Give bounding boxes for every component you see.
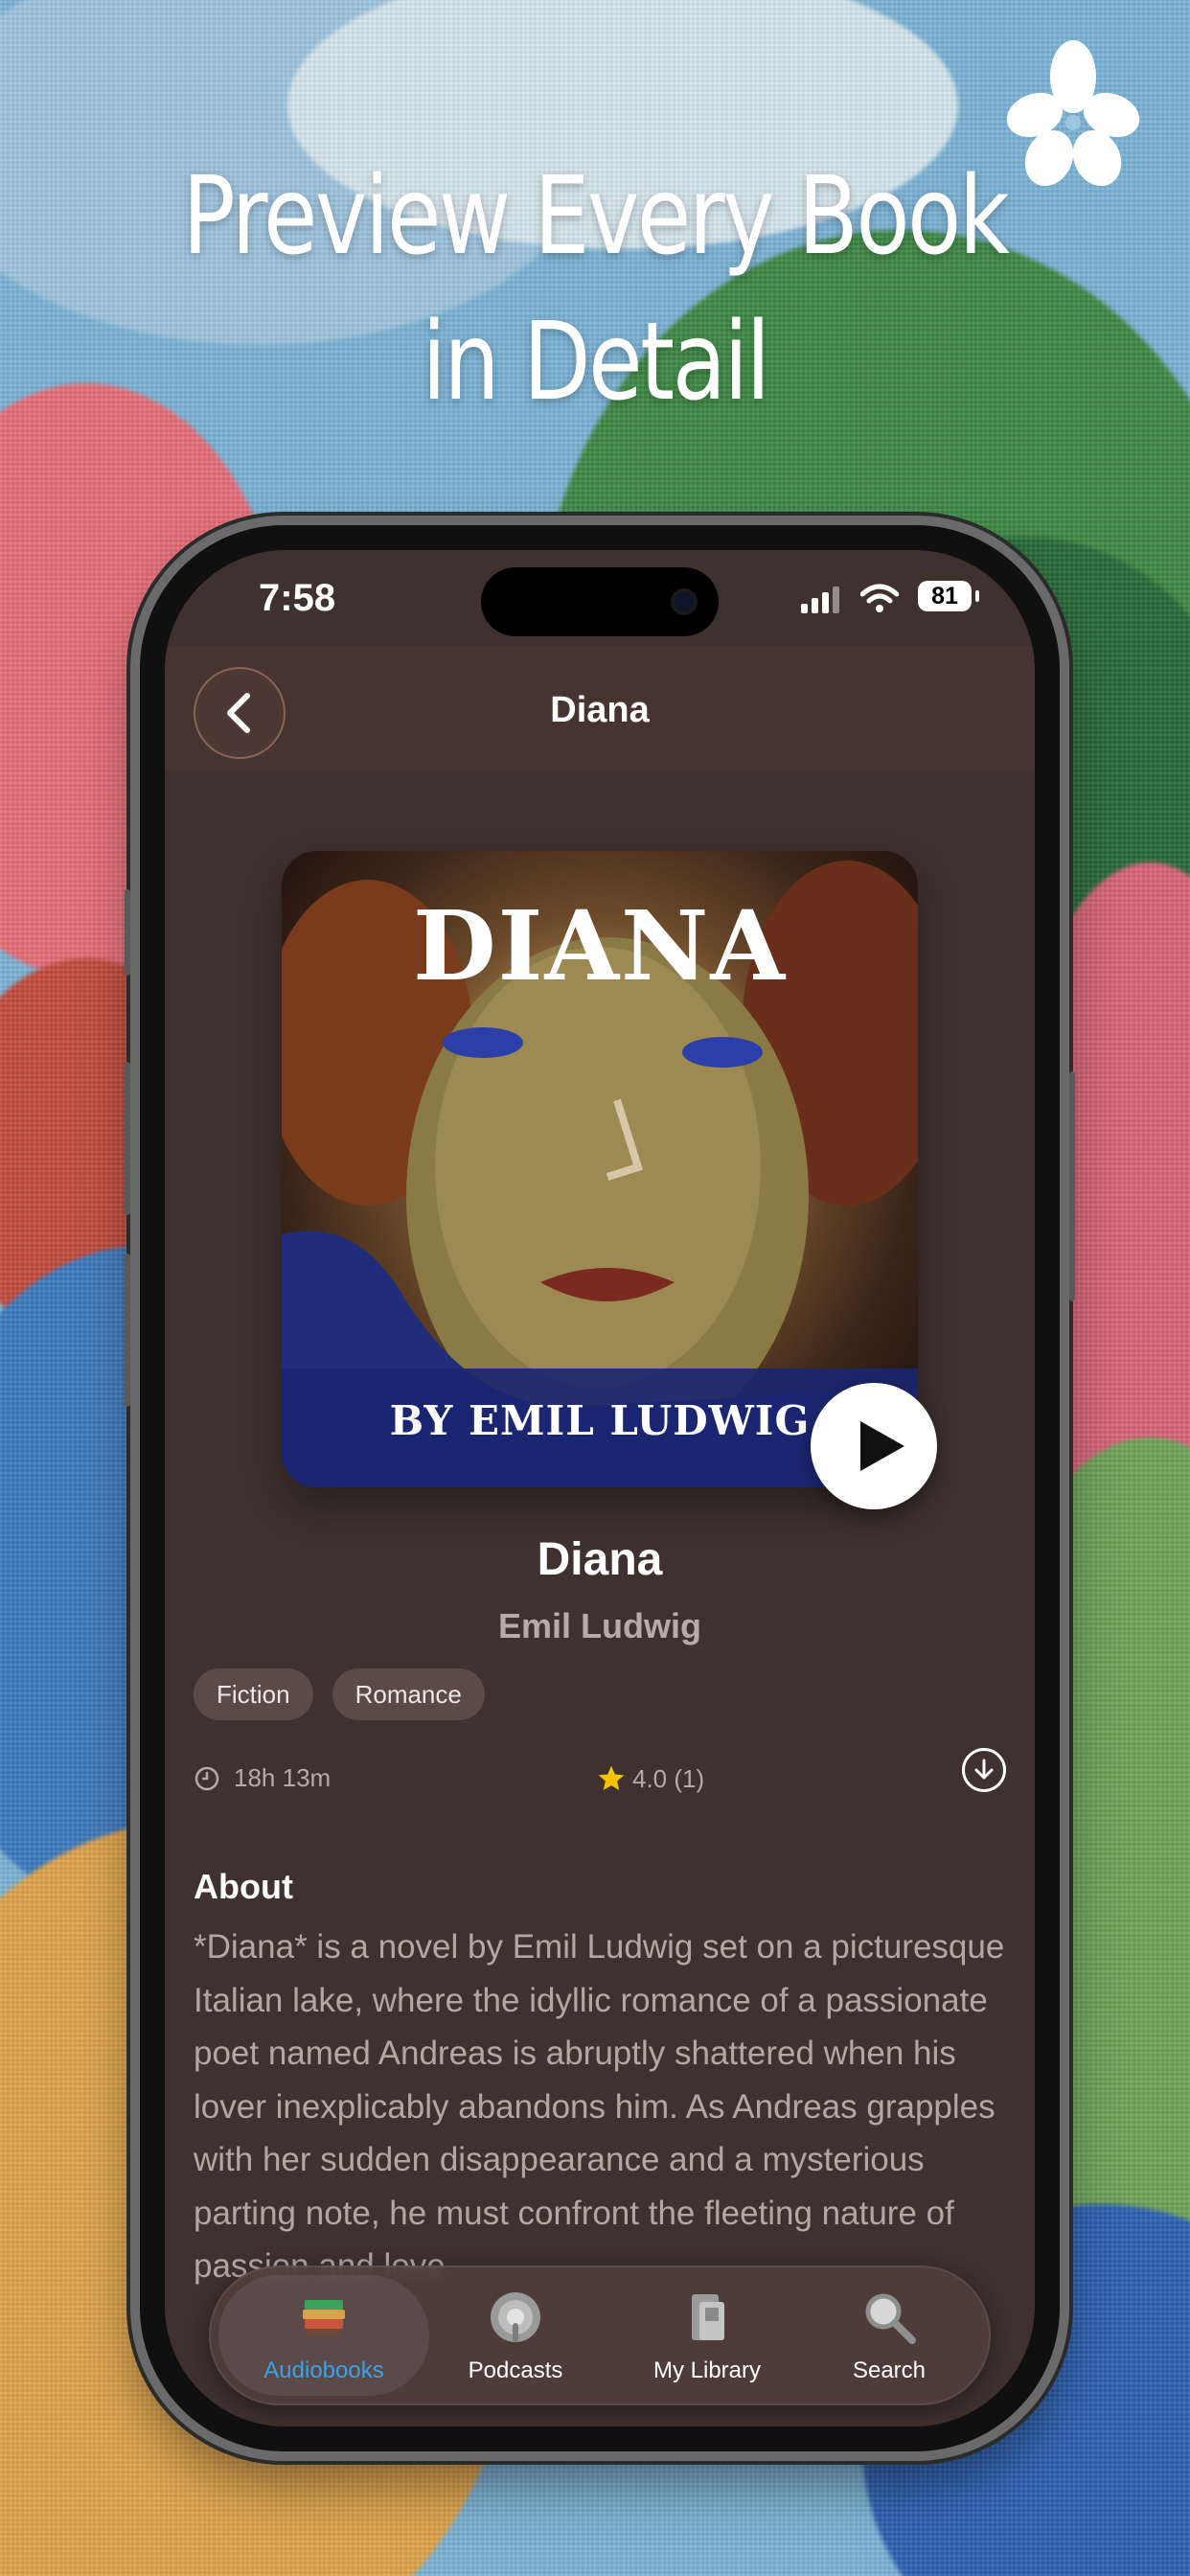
- audiobooks-icon: [303, 2300, 345, 2336]
- tag-romance[interactable]: Romance: [332, 1668, 485, 1720]
- book-author[interactable]: Emil Ludwig: [165, 1606, 1035, 1646]
- rating-text: 4.0 (1): [632, 1764, 705, 1793]
- headline-line-2: in Detail: [422, 300, 770, 425]
- app-screen: 7:58 81 Diana DIANA BY EMIL LUDWIG Diana…: [165, 550, 1035, 2426]
- tab-bar: Audiobooks Podcasts My Library Search: [209, 2266, 991, 2405]
- tab-audiobooks[interactable]: Audiobooks: [209, 2266, 439, 2405]
- status-time: 7:58: [259, 577, 336, 619]
- tab-podcasts[interactable]: Podcasts: [420, 2266, 611, 2405]
- tab-audiobooks-label: Audiobooks: [263, 2358, 384, 2383]
- wifi-icon: [860, 584, 899, 612]
- star-icon: [598, 1765, 625, 1790]
- genre-tags: Fiction Romance: [194, 1668, 485, 1720]
- rating: 4.0 (1): [596, 1763, 704, 1794]
- podcasts-icon: [491, 2292, 540, 2342]
- about-text: *Diana* is a novel by Emil Ludwig set on…: [194, 1928, 1005, 2285]
- dynamic-island: [481, 567, 719, 636]
- tag-fiction[interactable]: Fiction: [194, 1668, 313, 1720]
- tab-podcasts-label: Podcasts: [468, 2358, 563, 2383]
- phone-frame: 7:58 81 Diana DIANA BY EMIL LUDWIG Diana…: [125, 525, 1075, 2451]
- play-button[interactable]: [811, 1383, 937, 1509]
- cellular-signal-icon: [801, 586, 843, 613]
- library-icon: [692, 2294, 724, 2340]
- search-icon: [865, 2293, 916, 2344]
- nav-title: Diana: [550, 690, 650, 730]
- navigation-bar: Diana: [165, 646, 1035, 770]
- battery-indicator: 81: [918, 581, 979, 611]
- download-icon: [974, 1759, 994, 1780]
- clock-icon: [195, 1766, 219, 1791]
- tab-my-library-label: My Library: [652, 2358, 762, 2383]
- book-cover: DIANA BY EMIL LUDWIG: [282, 851, 918, 1487]
- flower-logo-icon: [1006, 40, 1140, 187]
- about-heading: About: [194, 1867, 293, 1906]
- book-title: Diana: [537, 1534, 663, 1585]
- tab-my-library[interactable]: My Library: [602, 2266, 812, 2405]
- tab-search[interactable]: Search: [793, 2266, 985, 2405]
- download-button[interactable]: [962, 1748, 1006, 1792]
- marketing-headline: Preview Every Book in Detail: [107, 144, 1083, 435]
- duration-text: 18h 13m: [234, 1763, 332, 1792]
- book-meta-row: 18h 13m 4.0 (1): [194, 1748, 1006, 1806]
- tab-search-label: Search: [852, 2358, 927, 2383]
- duration: 18h 13m: [194, 1763, 331, 1793]
- headline-line-1: Preview Every Book: [182, 154, 1010, 279]
- cover-title: DIANA: [412, 889, 788, 1002]
